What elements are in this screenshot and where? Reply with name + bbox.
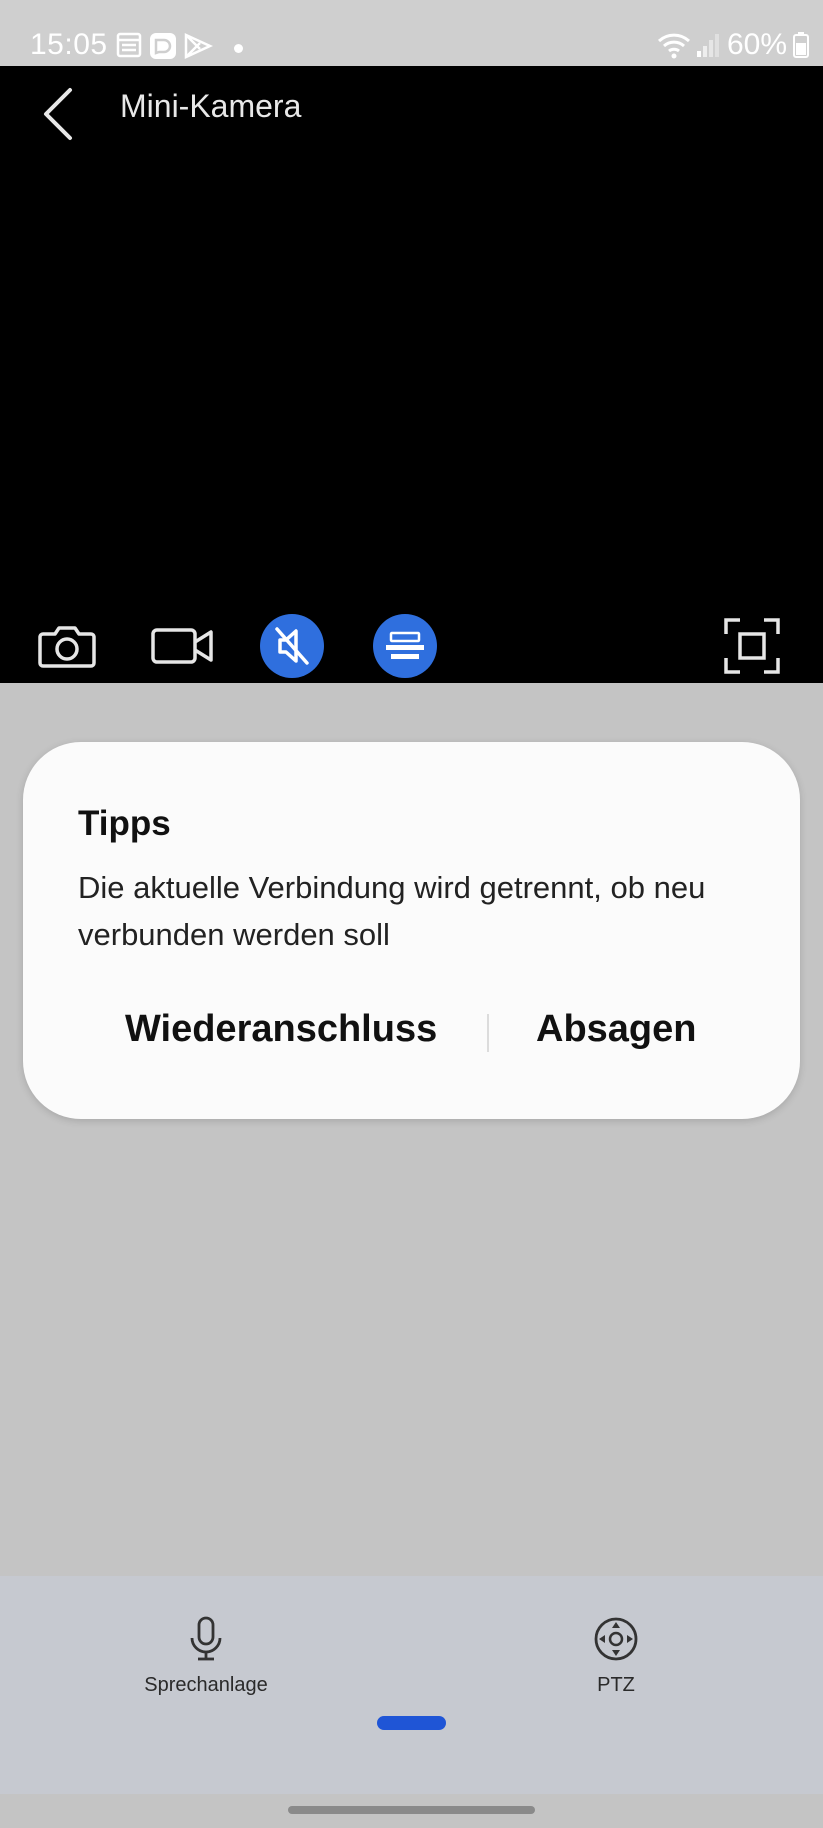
messenger-icon bbox=[150, 33, 176, 59]
back-arrow-icon[interactable] bbox=[40, 86, 76, 142]
quality-button[interactable] bbox=[373, 614, 437, 678]
cancel-button[interactable]: Absagen bbox=[536, 1008, 696, 1051]
ptz-label: PTZ bbox=[597, 1674, 635, 1696]
dialog-button-divider bbox=[487, 1014, 489, 1052]
fullscreen-button[interactable] bbox=[720, 614, 784, 678]
ptz-joystick-icon bbox=[594, 1617, 638, 1661]
page-indicator bbox=[377, 1716, 446, 1730]
signal-icon bbox=[696, 34, 719, 57]
record-button[interactable] bbox=[149, 614, 215, 678]
status-right: 60% bbox=[657, 28, 809, 62]
camera-icon bbox=[38, 626, 96, 668]
speaker-muted-icon bbox=[275, 627, 309, 665]
home-gesture-bar[interactable] bbox=[288, 1806, 535, 1814]
status-notification-icons bbox=[116, 31, 226, 66]
dialog-title: Tipps bbox=[78, 804, 171, 843]
status-time: 15:05 bbox=[30, 28, 108, 61]
reconnect-button[interactable]: Wiederanschluss bbox=[125, 1008, 437, 1051]
video-camera-icon bbox=[151, 628, 213, 664]
battery-percent: 60% bbox=[726, 28, 787, 61]
calendar-icon bbox=[116, 32, 142, 58]
dialog-message: Die aktuelle Verbindung wird getrennt, o… bbox=[78, 870, 706, 952]
fullscreen-icon bbox=[724, 618, 780, 674]
reconnect-dialog: Tipps Die aktuelle Verbindung wird getre… bbox=[23, 742, 800, 1119]
notification-dot-icon bbox=[234, 44, 243, 53]
battery-icon bbox=[793, 32, 809, 58]
ptz-button[interactable]: PTZ bbox=[576, 1616, 656, 1697]
page-title: Mini-Kamera bbox=[120, 88, 302, 124]
intercom-label: Sprechanlage bbox=[144, 1674, 268, 1696]
bottom-toolbar: Sprechanlage PTZ bbox=[0, 1576, 823, 1794]
mute-button[interactable] bbox=[260, 614, 324, 678]
wifi-icon bbox=[657, 33, 690, 59]
play-store-icon bbox=[184, 33, 214, 59]
video-player[interactable]: Mini-Kamera bbox=[0, 66, 823, 683]
snapshot-button[interactable] bbox=[35, 614, 99, 678]
status-bar: 15:05 60% bbox=[0, 0, 823, 66]
quality-icon bbox=[386, 631, 424, 659]
intercom-button[interactable]: Sprechanlage bbox=[136, 1616, 276, 1697]
microphone-icon bbox=[190, 1616, 222, 1661]
